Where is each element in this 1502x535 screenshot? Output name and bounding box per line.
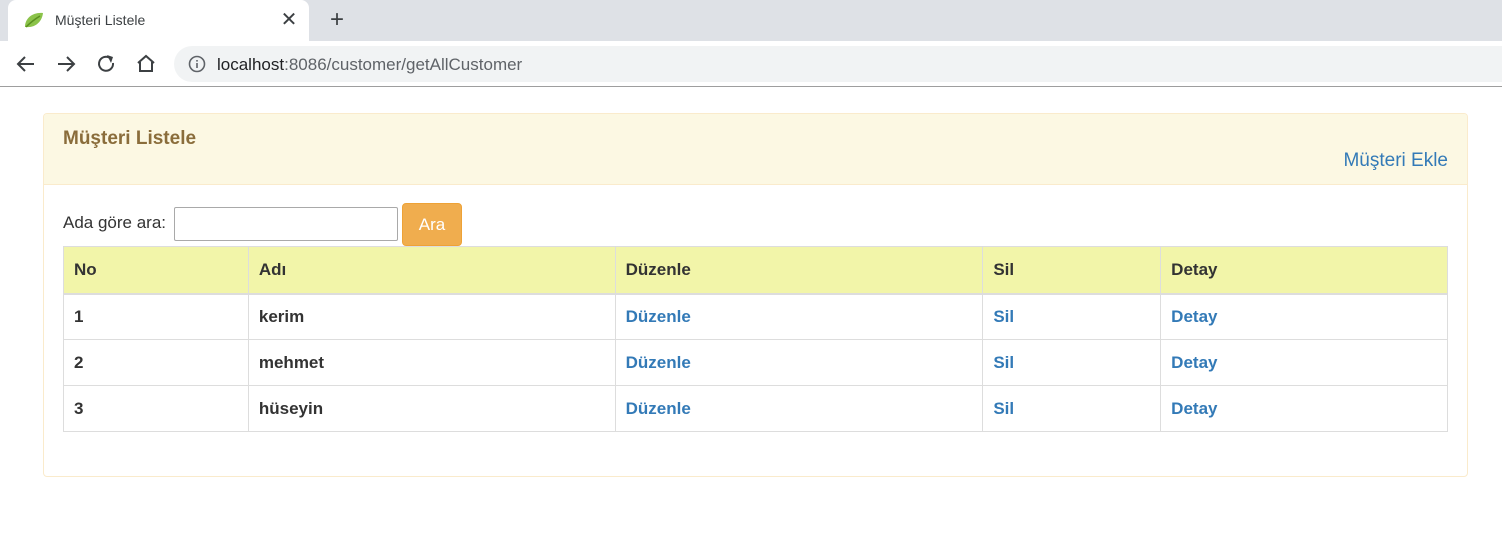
url-host: localhost (217, 55, 285, 74)
column-header-delete: Sil (982, 246, 1162, 295)
edit-link[interactable]: Düzenle (626, 353, 691, 372)
add-customer-link[interactable]: Müşteri Ekle (1343, 150, 1448, 172)
search-button[interactable]: Ara (402, 203, 462, 246)
detail-link[interactable]: Detay (1171, 399, 1217, 418)
table-header-row: No Adı Düzenle Sil Detay (63, 246, 1448, 295)
home-icon[interactable] (133, 51, 159, 77)
delete-link[interactable]: Sil (993, 353, 1014, 372)
delete-link[interactable]: Sil (993, 399, 1014, 418)
table-row: 1 kerim Düzenle Sil Detay (63, 293, 1448, 340)
table-row: 2 mehmet Düzenle Sil Detay (63, 339, 1448, 386)
cell-detail: Detay (1160, 293, 1448, 340)
cell-name: mehmet (247, 339, 616, 386)
cell-edit: Düzenle (614, 339, 984, 386)
column-header-detail: Detay (1160, 246, 1448, 295)
search-label: Ada göre ara: (63, 213, 167, 232)
edit-link[interactable]: Düzenle (626, 307, 691, 326)
url-text: localhost:8086/customer/getAllCustomer (217, 55, 522, 75)
detail-link[interactable]: Detay (1171, 307, 1217, 326)
plus-icon[interactable]: + (325, 8, 349, 32)
back-arrow-icon[interactable] (13, 51, 39, 77)
customer-panel: Müşteri Listele Müşteri Ekle Ada göre ar… (43, 113, 1468, 477)
cell-no: 1 (63, 293, 249, 340)
column-header-edit: Düzenle (614, 246, 984, 295)
column-header-no: No (63, 246, 249, 295)
edit-link[interactable]: Düzenle (626, 399, 691, 418)
panel-heading: Müşteri Listele Müşteri Ekle (44, 114, 1467, 185)
page-title: Müşteri Listele (63, 128, 197, 149)
forward-arrow-icon[interactable] (53, 51, 79, 77)
browser-toolbar: localhost:8086/customer/getAllCustomer (0, 41, 1502, 87)
cell-name: kerim (247, 293, 616, 340)
browser-tabstrip: Müşteri Listele ✕ + (0, 0, 1502, 41)
spring-leaf-icon (23, 10, 45, 30)
address-bar[interactable]: localhost:8086/customer/getAllCustomer (174, 46, 1502, 82)
tab-title: Müşteri Listele (55, 12, 146, 28)
cell-name: hüseyin (247, 385, 616, 432)
browser-tab[interactable]: Müşteri Listele ✕ (8, 0, 309, 41)
table-row: 3 hüseyin Düzenle Sil Detay (63, 385, 1448, 432)
cell-no: 3 (63, 385, 249, 432)
detail-link[interactable]: Detay (1171, 353, 1217, 372)
cell-edit: Düzenle (614, 385, 984, 432)
close-icon[interactable]: ✕ (278, 9, 300, 31)
cell-detail: Detay (1160, 339, 1448, 386)
url-path: :8086/customer/getAllCustomer (284, 55, 523, 74)
delete-link[interactable]: Sil (993, 307, 1014, 326)
cell-delete: Sil (982, 339, 1162, 386)
cell-delete: Sil (982, 293, 1162, 340)
info-icon[interactable] (188, 55, 206, 73)
cell-edit: Düzenle (614, 293, 984, 340)
cell-detail: Detay (1160, 385, 1448, 432)
column-header-name: Adı (247, 246, 616, 295)
cell-delete: Sil (982, 385, 1162, 432)
reload-icon[interactable] (93, 51, 119, 77)
cell-no: 2 (63, 339, 249, 386)
customer-table: No Adı Düzenle Sil Detay 1 kerim Düzenle… (63, 246, 1448, 432)
search-input[interactable] (174, 207, 398, 241)
